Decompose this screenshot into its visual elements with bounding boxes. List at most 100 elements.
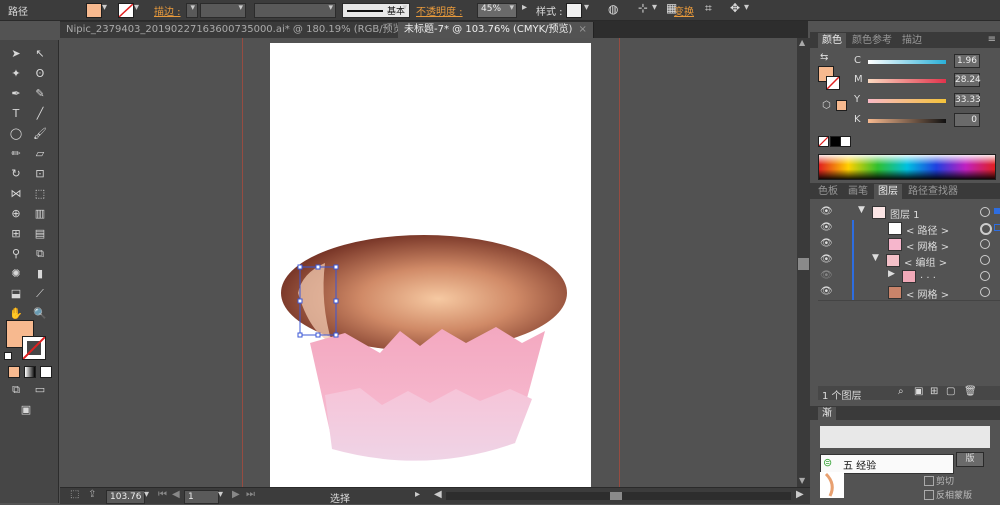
opacity-arrow-icon[interactable]: ▸ xyxy=(522,2,527,13)
color-mode-icon[interactable] xyxy=(8,366,20,378)
next-artboard-icon[interactable]: ▶ xyxy=(232,489,240,500)
visibility-eye-icon[interactable]: 👁 xyxy=(820,206,833,217)
delete-layer-icon[interactable]: 🗑 xyxy=(964,386,977,397)
stroke-color-box[interactable] xyxy=(22,336,46,360)
out-of-gamut-icon[interactable]: ⬡ xyxy=(822,100,831,111)
share-icon[interactable]: ⇪ xyxy=(88,489,96,500)
selection-handle[interactable] xyxy=(297,332,303,338)
direct-selection-tool-icon[interactable]: ↖ xyxy=(30,46,50,62)
tab-stroke[interactable]: 描边 xyxy=(898,33,926,48)
draw-mode-icon[interactable]: ⧉ xyxy=(6,382,26,398)
first-artboard-icon[interactable]: ⏮ xyxy=(158,489,167,500)
selection-handle[interactable] xyxy=(333,298,339,304)
tab-pathfinder[interactable]: 路径查找器 xyxy=(904,184,962,199)
locate-object-icon[interactable]: ⌕ xyxy=(898,386,904,397)
tab-transparency[interactable]: 渐 xyxy=(818,407,836,420)
fill-swatch[interactable] xyxy=(86,3,102,18)
tab-color-guide[interactable]: 颜色参考 xyxy=(848,33,896,48)
gradient-mode-icon[interactable] xyxy=(24,366,36,378)
horizontal-scrollbar[interactable] xyxy=(446,492,791,500)
selection-handle[interactable] xyxy=(315,332,321,338)
visibility-eye-icon[interactable]: 👁 xyxy=(820,270,833,281)
selection-handle[interactable] xyxy=(297,264,303,270)
layer-target-icon[interactable] xyxy=(980,287,990,297)
scroll-down-icon[interactable]: ▼ xyxy=(799,476,805,485)
zoom-dropdown-icon[interactable]: ▾ xyxy=(144,489,149,500)
channel-k-slider[interactable] xyxy=(868,119,946,123)
layer-selection-indicator[interactable] xyxy=(994,224,1000,231)
color-panel-stroke-box[interactable] xyxy=(826,76,840,90)
shape-builder-tool-icon[interactable]: ⊕ xyxy=(6,206,26,222)
select-similar-icon[interactable]: ✥ xyxy=(730,1,740,15)
lasso-tool-icon[interactable]: ʘ xyxy=(30,66,50,82)
white-swatch[interactable] xyxy=(840,136,851,147)
fill-dropdown-icon[interactable]: ▾ xyxy=(102,2,107,13)
selection-handle[interactable] xyxy=(297,298,303,304)
blend-tool-icon[interactable]: ⧉ xyxy=(30,246,50,262)
make-mask-button[interactable]: 版 xyxy=(956,452,984,467)
layer-row[interactable]: 👁 ▼ < 编组 > xyxy=(818,252,1000,269)
default-colors-icon[interactable] xyxy=(4,352,12,360)
layer-row[interactable]: 👁 < 网格 > xyxy=(818,236,1000,253)
tab-swatches[interactable]: 色板 xyxy=(814,184,842,199)
cupcake-artwork[interactable] xyxy=(270,43,591,487)
tab-color[interactable]: 颜色 xyxy=(818,33,846,48)
stroke-weight-field[interactable] xyxy=(200,3,246,18)
eraser-tool-icon[interactable]: ▱ xyxy=(30,146,50,162)
channel-c-slider[interactable] xyxy=(868,60,946,64)
mesh-tool-icon[interactable]: ⊞ xyxy=(6,226,26,242)
horizontal-scroll-thumb[interactable] xyxy=(610,492,622,500)
prev-artboard-icon[interactable]: ◀ xyxy=(172,489,180,500)
layer-target-icon[interactable] xyxy=(980,271,990,281)
visibility-eye-icon[interactable]: 👁 xyxy=(820,254,833,265)
scroll-left-icon[interactable]: ◀ xyxy=(434,489,442,500)
artboard[interactable] xyxy=(270,43,591,487)
width-tool-icon[interactable]: ⋈ xyxy=(6,186,26,202)
stroke-swatch[interactable] xyxy=(118,3,134,18)
tab-layers[interactable]: 图层 xyxy=(874,184,902,199)
invert-mask-checkbox[interactable] xyxy=(924,490,934,500)
style-dropdown-icon[interactable]: ▾ xyxy=(584,2,589,13)
channel-k-field[interactable]: 0 xyxy=(954,113,980,127)
stroke-label[interactable]: 描边 : xyxy=(154,3,181,18)
zoom-field[interactable]: 103.76 xyxy=(106,490,145,504)
new-layer-icon[interactable]: ▢ xyxy=(946,386,955,397)
variable-width-profile[interactable] xyxy=(254,3,336,18)
vertical-scrollbar[interactable]: ▲ ▼ xyxy=(797,38,810,487)
gradient-tool-icon[interactable]: ▤ xyxy=(30,226,50,242)
layer-name[interactable]: < 网格 > xyxy=(906,238,949,253)
layer-name[interactable]: < 网格 > xyxy=(906,286,949,301)
layer-name[interactable]: < 路径 > xyxy=(906,222,949,237)
slice-tool-icon[interactable]: ⟋ xyxy=(30,286,50,302)
artboard-nav-icon[interactable]: ⬚ xyxy=(70,489,79,500)
line-tool-icon[interactable]: ╱ xyxy=(30,106,50,122)
pencil-tool-icon[interactable]: ✏ xyxy=(6,146,26,162)
layer-name[interactable]: . . . xyxy=(920,270,936,281)
opacity-label[interactable]: 不透明度 : xyxy=(416,3,463,18)
tab-document-2[interactable]: 未标题-7* @ 103.76% (CMYK/预览) × xyxy=(398,22,594,38)
layer-target-icon[interactable] xyxy=(980,255,990,265)
expand-arrow-icon[interactable]: ▶ xyxy=(888,269,895,279)
swap-colors-icon[interactable]: ⇆ xyxy=(820,52,828,63)
select-similar-dropdown-icon[interactable]: ▾ xyxy=(744,2,749,13)
column-graph-tool-icon[interactable]: ▮ xyxy=(30,266,50,282)
expand-arrow-icon[interactable]: ▼ xyxy=(858,205,865,215)
scale-tool-icon[interactable]: ⊡ xyxy=(30,166,50,182)
paintbrush-tool-icon[interactable]: 🖌 xyxy=(30,126,50,142)
type-tool-icon[interactable]: T xyxy=(6,106,26,122)
new-sublayer-icon[interactable]: ⊞ xyxy=(930,386,938,397)
layer-row[interactable]: 👁 ▼ 图层 1 xyxy=(818,204,1000,221)
layer-row[interactable]: 👁 < 路径 > xyxy=(818,220,1000,237)
make-clipping-mask-icon[interactable]: ▣ xyxy=(914,386,923,397)
stroke-dropdown-icon[interactable]: ▾ xyxy=(134,2,139,13)
close-icon[interactable]: × xyxy=(578,24,586,35)
layer-selection-indicator[interactable] xyxy=(994,208,1000,214)
recolor-icon[interactable]: ◍ xyxy=(608,2,618,16)
layer-name[interactable]: 图层 1 xyxy=(890,206,920,221)
layer-target-icon[interactable] xyxy=(980,239,990,249)
status-menu-icon[interactable]: ▸ xyxy=(415,489,420,500)
scroll-right-icon[interactable]: ▶ xyxy=(796,489,804,500)
artboard-number-field[interactable]: 1 xyxy=(184,490,219,504)
artboard-dropdown-icon[interactable]: ▾ xyxy=(218,489,223,500)
tab-document-1[interactable]: Nipic_2379403_20190227163600735000.ai* @… xyxy=(60,22,428,38)
